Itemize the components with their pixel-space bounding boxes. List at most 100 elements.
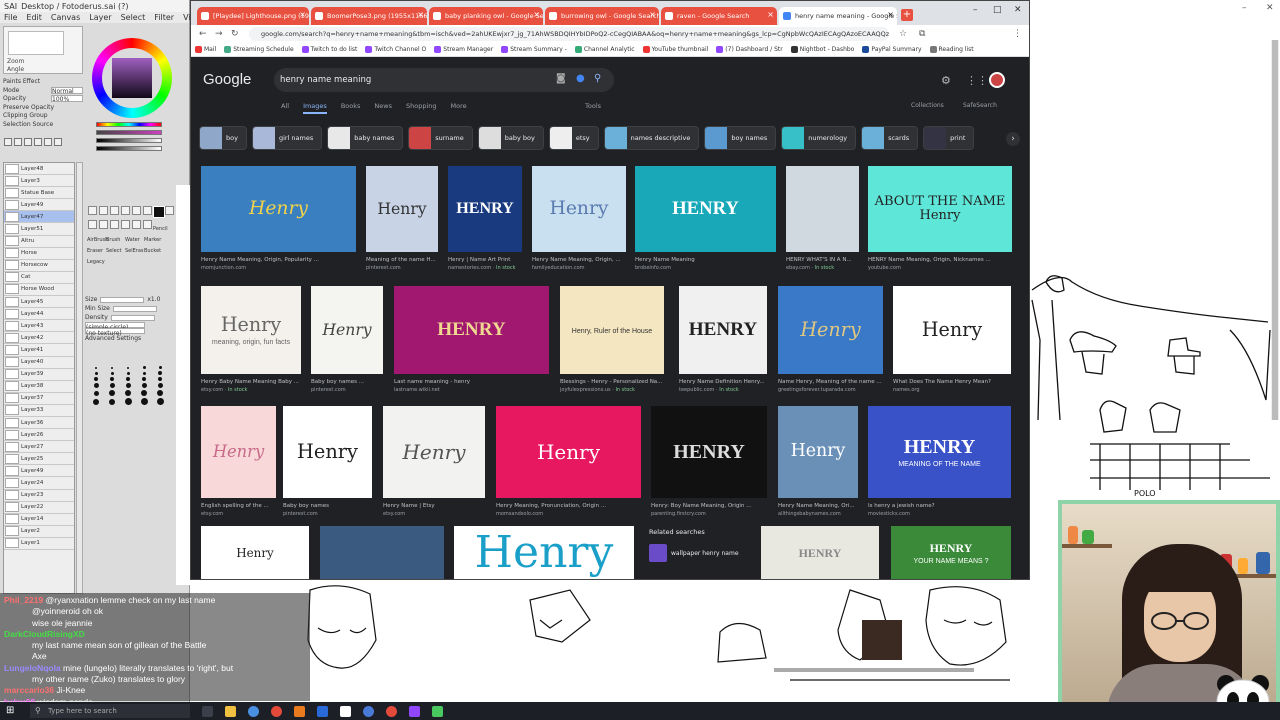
google-apps-icon[interactable]: ⋮⋮ (966, 74, 988, 87)
close-tab-icon[interactable]: × (649, 10, 656, 19)
tab-news[interactable]: News (374, 102, 392, 114)
brush-preset-dot[interactable] (111, 366, 113, 369)
result-thumbnail[interactable]: Henry (311, 286, 383, 374)
chrome-icon[interactable] (386, 705, 397, 717)
tool-brush[interactable]: Brush (106, 237, 125, 243)
layer-prop-row[interactable]: Clipping Group (3, 112, 85, 121)
layer-prop-row[interactable]: Mode Normal (3, 86, 85, 96)
related-chip[interactable]: boy names (704, 126, 777, 150)
result-thumbnail[interactable]: Henry (383, 406, 485, 498)
advanced-settings-toggle[interactable]: Advanced Settings (85, 334, 141, 343)
result-thumbnail[interactable]: Henry (893, 286, 1011, 374)
navigator-thumbnail[interactable] (8, 31, 64, 55)
chat-username[interactable]: marccarlo36 (4, 685, 54, 695)
bookmark-item[interactable]: Nightbot - Dashbo (787, 46, 859, 53)
result-thumbnail[interactable]: Henry (496, 406, 641, 498)
tool-button[interactable] (88, 220, 97, 229)
image-result[interactable]: HENRY YOUR NAME MEANS ? (891, 526, 1011, 579)
layer-item[interactable]: Layer3 (4, 175, 74, 188)
result-thumbnail[interactable]: Henry (366, 166, 438, 252)
brush-preset-dot[interactable] (141, 383, 147, 388)
chat-username[interactable]: DarkCloudRisingXD (4, 629, 85, 639)
tool-button[interactable] (110, 206, 119, 215)
result-thumbnail[interactable]: HENRY (394, 286, 549, 374)
density-slider[interactable] (110, 314, 155, 321)
google-logo[interactable]: Google (203, 71, 251, 88)
back-icon[interactable]: ← (199, 29, 207, 39)
safesearch-toggle[interactable]: SafeSearch (963, 102, 997, 109)
layer-item[interactable]: Layer49 (4, 199, 74, 212)
related-chip[interactable]: boy (199, 126, 247, 150)
result-thumbnail[interactable]: Henry (778, 286, 883, 374)
brush-preset-dot[interactable] (110, 377, 114, 381)
layer-item[interactable]: Layer25 (4, 453, 74, 466)
layer-prop-value[interactable]: 100% (51, 95, 83, 103)
browser-tab[interactable]: [Playdee] Lighthouse.png (1955x1166)× (197, 7, 309, 25)
extensions-icon[interactable]: ⧉ (919, 29, 925, 39)
layer-item[interactable]: Layer39 (4, 369, 74, 381)
brush-preset-dot[interactable] (125, 390, 131, 396)
brush-preset-dot[interactable] (142, 366, 146, 369)
layer-item[interactable]: Horse (4, 248, 74, 260)
tool-airbrush[interactable]: AirBrush (87, 237, 108, 243)
brush-preset-dot[interactable] (109, 398, 115, 405)
layer-item[interactable]: Layer27 (4, 441, 74, 454)
layer-item[interactable]: Statue Base (4, 187, 74, 200)
taskbar-search[interactable]: ⚲ Type here to search (30, 704, 190, 718)
result-caption[interactable]: Henry | Name Art Print (448, 257, 522, 263)
image-result[interactable]: Henry Henry Name Meaning, Origin, ... fami… (532, 166, 626, 276)
image-result[interactable]: Henry What Does The Name Henry Mean? names… (893, 286, 1011, 398)
brush-preset-dot[interactable] (126, 377, 130, 381)
sai-menu-filter[interactable]: Filter (154, 13, 174, 22)
tool-eraser[interactable]: Eraser (87, 248, 106, 254)
related-chip[interactable]: surname (408, 126, 473, 150)
brush-preset-dot[interactable] (157, 390, 163, 396)
close-window-icon[interactable]: ✕ (1014, 5, 1022, 15)
tab-images[interactable]: Images (303, 102, 327, 114)
new-folder-button[interactable] (14, 138, 22, 146)
layer-prop-row[interactable]: Selection Source (3, 121, 85, 130)
result-thumbnail[interactable]: Henry meaning, origin, fun facts (201, 286, 301, 374)
result-caption[interactable]: Henry Name Meaning, Origin, Popularity .… (201, 257, 356, 263)
tab-shopping[interactable]: Shopping (406, 102, 437, 114)
tool-button[interactable] (99, 206, 108, 215)
tool-select[interactable]: Select (106, 248, 125, 254)
image-result[interactable]: HENRY Henry Name Definition Henry... teepu… (679, 286, 767, 398)
result-thumbnail[interactable]: Henry (454, 526, 634, 579)
result-caption[interactable]: Henry Name Meaning (635, 257, 776, 263)
sai-canvas-drawing[interactable]: – ✕ POLO (1030, 0, 1280, 500)
result-caption[interactable]: Blessings - Henry - Personalized Na... (560, 379, 664, 385)
twitch-icon[interactable] (409, 705, 420, 717)
tool-legacy[interactable]: Legacy (87, 259, 106, 265)
app-icon[interactable] (294, 705, 305, 717)
brush-preset-dot[interactable] (141, 390, 147, 396)
reload-icon[interactable]: ↻ (231, 29, 239, 39)
related-chip[interactable]: numerology (781, 126, 857, 150)
tool-marker[interactable]: Marker (144, 237, 163, 243)
image-result[interactable]: Henry Name Henry, Meaning of the name ...… (778, 286, 883, 398)
tool-button[interactable] (99, 220, 108, 229)
clear-layer-button[interactable] (44, 138, 52, 146)
result-thumbnail[interactable]: Henry (532, 166, 626, 252)
tools-button[interactable]: Tools (585, 102, 601, 110)
brush-preset-dot[interactable] (127, 366, 129, 369)
close-tab-icon[interactable]: × (767, 10, 774, 19)
layer-item[interactable]: Layer26 (4, 429, 74, 442)
brush-preset-dot[interactable] (94, 371, 98, 375)
image-result[interactable]: Henry Henry Meaning, Pronunciation, Origi… (496, 406, 641, 522)
layer-item[interactable]: Layer42 (4, 332, 74, 345)
result-thumbnail[interactable]: HENRY (651, 406, 767, 498)
layer-item[interactable]: Cat (4, 272, 74, 284)
brush-preset-dot[interactable] (140, 398, 148, 405)
related-chip[interactable]: girl names (251, 126, 323, 150)
bookmark-item[interactable]: Stream Summary - (497, 46, 571, 53)
result-caption[interactable]: Baby boy names (283, 503, 372, 509)
photoshop-icon[interactable] (317, 705, 328, 717)
image-result[interactable]: Henry Henry Name Meaning, Origin, Popular… (201, 166, 356, 276)
result-thumbnail[interactable]: HENRY (448, 166, 522, 252)
close-tab-icon[interactable]: × (533, 10, 540, 19)
layer-item[interactable]: Layer45 (4, 296, 74, 309)
layer-item[interactable]: Layer51 (4, 223, 74, 236)
layer-prop-row[interactable]: Opacity 100% (3, 95, 85, 104)
chrome-icon[interactable] (271, 705, 282, 717)
